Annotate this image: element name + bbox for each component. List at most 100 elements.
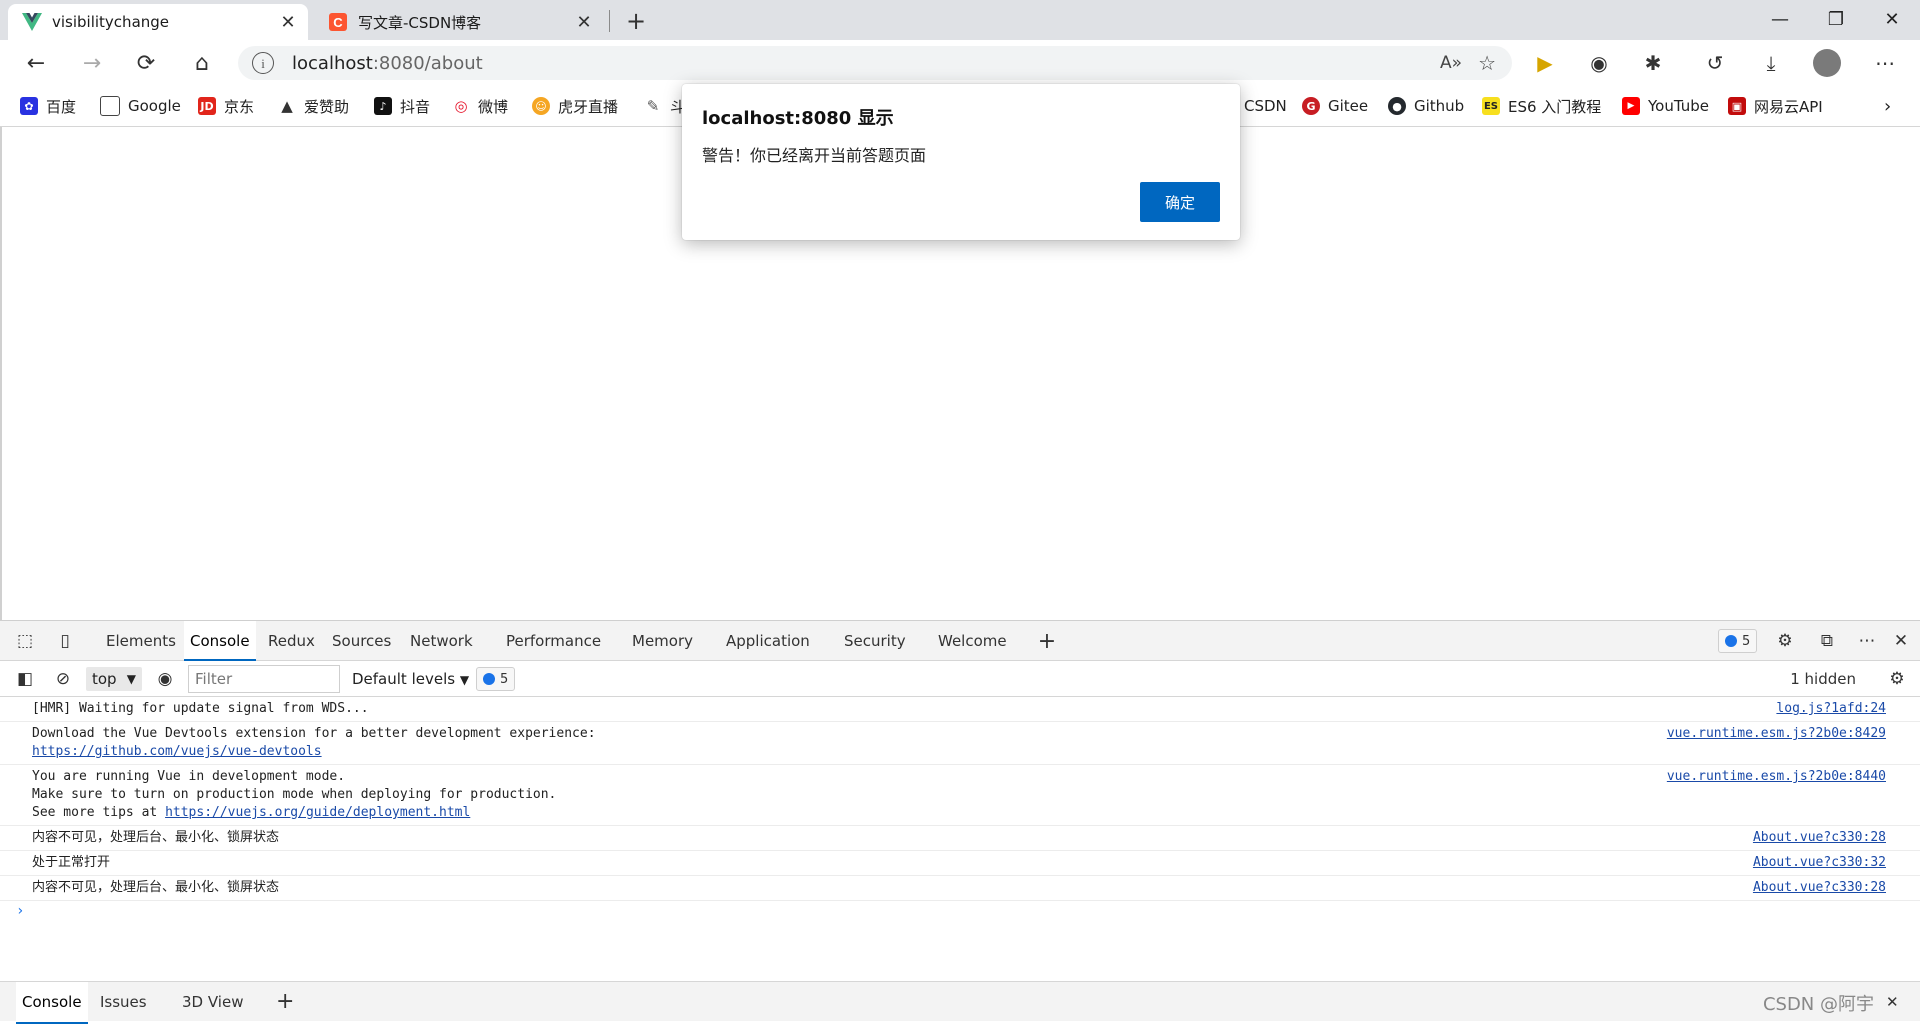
address-bar[interactable]: i localhost:8080/about A» ☆ xyxy=(238,46,1512,80)
devtools-tab-bar: ⬚ ▯ Elements Console Redux Sources Netwo… xyxy=(0,620,1920,661)
caret-down-icon: ▼ xyxy=(126,672,136,686)
bookmark-dou[interactable]: ✎ 斗 xyxy=(644,94,685,118)
source-link[interactable]: log.js?1afd:24 xyxy=(1776,700,1886,718)
url-text[interactable]: localhost:8080/about xyxy=(292,53,483,74)
extensions-icon[interactable]: ✱ xyxy=(1638,48,1668,78)
device-emulation-icon[interactable]: ▯ xyxy=(52,629,78,653)
bookmark-jd[interactable]: JD 京东 xyxy=(198,94,254,118)
github-icon: ● xyxy=(1388,97,1406,115)
tab-visibilitychange[interactable]: visibilitychange ✕ xyxy=(8,4,308,40)
tab-redux[interactable]: Redux xyxy=(262,621,321,661)
add-drawer-tab-icon[interactable]: + xyxy=(270,982,300,1022)
bookmark-weibo[interactable]: ◎ 微博 xyxy=(452,94,508,118)
log-levels-dropdown[interactable]: Default levels ▼ xyxy=(352,667,469,691)
message-icon xyxy=(483,673,495,685)
minimize-icon[interactable]: — xyxy=(1752,0,1808,40)
console-settings-gear-icon[interactable]: ⚙ xyxy=(1884,667,1910,691)
tab-strip: visibilitychange ✕ C 写文章-CSDN博客 ✕ + — ❐ … xyxy=(0,0,1920,40)
bookmark-douyin[interactable]: ♪ 抖音 xyxy=(374,94,430,118)
vue-logo-icon xyxy=(22,12,42,32)
console-prompt-icon[interactable]: › xyxy=(16,903,24,919)
bookmark-google[interactable]: Google xyxy=(100,94,181,118)
source-link[interactable]: vue.runtime.esm.js?2b0e:8440 xyxy=(1667,768,1886,786)
hidden-count: 1 hidden xyxy=(1790,670,1856,688)
bookmark-aizanzhu[interactable]: ▲ 爱赞助 xyxy=(278,94,349,118)
more-tools-icon[interactable]: + xyxy=(1034,629,1060,654)
tab-title: 写文章-CSDN博客 xyxy=(358,13,482,32)
tab-sources[interactable]: Sources xyxy=(326,621,397,661)
bookmark-gitee[interactable]: G Gitee xyxy=(1302,94,1368,118)
site-info-icon[interactable]: i xyxy=(252,52,274,74)
extension-play-icon[interactable]: ▶ xyxy=(1530,48,1560,78)
console-filter-input[interactable] xyxy=(188,665,340,693)
jd-icon: JD xyxy=(198,97,216,115)
drawer-tab-3d-view[interactable]: 3D View xyxy=(176,982,249,1022)
more-menu-icon[interactable]: ⋯ xyxy=(1870,48,1900,78)
add-favorite-icon[interactable]: ☆ xyxy=(1478,51,1496,75)
restore-icon[interactable]: ❐ xyxy=(1808,0,1864,40)
csdn-watermark: CSDN @阿宇 xyxy=(1762,994,1874,1015)
close-drawer-icon[interactable]: ✕ xyxy=(1880,982,1905,1022)
bookmark-es6[interactable]: ES ES6 入门教程 xyxy=(1482,94,1601,118)
bookmark-github[interactable]: ● Github xyxy=(1388,94,1464,118)
bookmark-youtube[interactable]: ▶ YouTube xyxy=(1622,94,1709,118)
devtools-menu-icon[interactable]: ⋯ xyxy=(1854,629,1880,653)
gitee-icon: G xyxy=(1302,97,1320,115)
downloads-icon[interactable]: ⤓ xyxy=(1756,48,1786,78)
tab-network[interactable]: Network xyxy=(404,621,479,661)
devtools-url-link[interactable]: https://github.com/vuejs/vue-devtools xyxy=(32,744,322,759)
devtools-drawer: Console Issues 3D View + CSDN @阿宇 ✕ xyxy=(0,981,1920,1024)
close-devtools-icon[interactable]: ✕ xyxy=(1888,629,1914,653)
drawer-tab-console[interactable]: Console xyxy=(16,982,88,1024)
new-tab-icon[interactable]: + xyxy=(620,6,652,36)
console-message: 处于正常打开 About.vue?c330:32 xyxy=(0,851,1920,876)
history-icon[interactable]: ↺ xyxy=(1700,48,1730,78)
sidebar-toggle-icon[interactable]: ◧ xyxy=(12,667,38,691)
source-link[interactable]: vue.runtime.esm.js?2b0e:8429 xyxy=(1667,725,1886,743)
deployment-guide-link[interactable]: https://vuejs.org/guide/deployment.html xyxy=(165,805,470,820)
douyin-icon: ♪ xyxy=(374,97,392,115)
levels-message-badge[interactable]: 5 xyxy=(476,667,516,691)
source-link[interactable]: About.vue?c330:28 xyxy=(1753,879,1886,897)
tab-elements[interactable]: Elements xyxy=(100,621,182,661)
huya-icon: ☺ xyxy=(532,97,550,115)
read-aloud-icon[interactable]: A» xyxy=(1440,53,1462,73)
tab-console[interactable]: Console xyxy=(184,621,256,661)
source-link[interactable]: About.vue?c330:32 xyxy=(1753,854,1886,872)
home-icon[interactable]: ⌂ xyxy=(184,45,220,81)
context-selector[interactable]: top ▼ xyxy=(86,667,142,691)
alert-dialog: localhost:8080 显示 警告！你已经离开当前答题页面 确定 xyxy=(682,84,1240,240)
tab-application[interactable]: Application xyxy=(720,621,816,661)
bookmark-csdn[interactable]: CSDN xyxy=(1244,94,1287,118)
connect-icon[interactable]: ⧉ xyxy=(1814,629,1840,653)
extension-mask-icon[interactable]: ◉ xyxy=(1584,48,1614,78)
forward-icon[interactable]: → xyxy=(74,45,110,81)
close-tab-icon[interactable]: ✕ xyxy=(278,12,298,33)
close-window-icon[interactable]: ✕ xyxy=(1864,0,1920,40)
close-tab-icon[interactable]: ✕ xyxy=(574,12,594,33)
tab-csdn-write[interactable]: C 写文章-CSDN博客 ✕ xyxy=(314,4,604,40)
refresh-icon[interactable]: ⟳ xyxy=(128,45,164,81)
bookmark-icon: ✎ xyxy=(644,97,662,115)
issues-badge[interactable]: 5 xyxy=(1718,629,1758,653)
inspect-element-icon[interactable]: ⬚ xyxy=(12,629,38,653)
drawer-tab-issues[interactable]: Issues xyxy=(94,982,153,1022)
bookmarks-overflow-icon[interactable]: › xyxy=(1884,94,1891,118)
alert-title: localhost:8080 显示 xyxy=(702,108,894,129)
settings-gear-icon[interactable]: ⚙ xyxy=(1772,629,1798,653)
clear-console-icon[interactable]: ⊘ xyxy=(50,667,76,691)
back-icon[interactable]: ← xyxy=(18,45,54,81)
live-expression-eye-icon[interactable]: ◉ xyxy=(152,667,178,691)
source-link[interactable]: About.vue?c330:28 xyxy=(1753,829,1886,847)
bookmark-netease-api[interactable]: ▣ 网易云API xyxy=(1728,94,1823,118)
bookmark-huya[interactable]: ☺ 虎牙直播 xyxy=(532,94,618,118)
ok-button[interactable]: 确定 xyxy=(1140,182,1220,222)
alert-message: 警告！你已经离开当前答题页面 xyxy=(702,146,927,165)
profile-avatar-icon[interactable] xyxy=(1812,48,1842,78)
tab-memory[interactable]: Memory xyxy=(626,621,699,661)
tab-security[interactable]: Security xyxy=(838,621,912,661)
tab-welcome[interactable]: Welcome xyxy=(932,621,1013,661)
bookmark-baidu[interactable]: ✿ 百度 xyxy=(20,94,76,118)
tab-performance[interactable]: Performance xyxy=(500,621,607,661)
caret-down-icon: ▼ xyxy=(459,673,470,687)
